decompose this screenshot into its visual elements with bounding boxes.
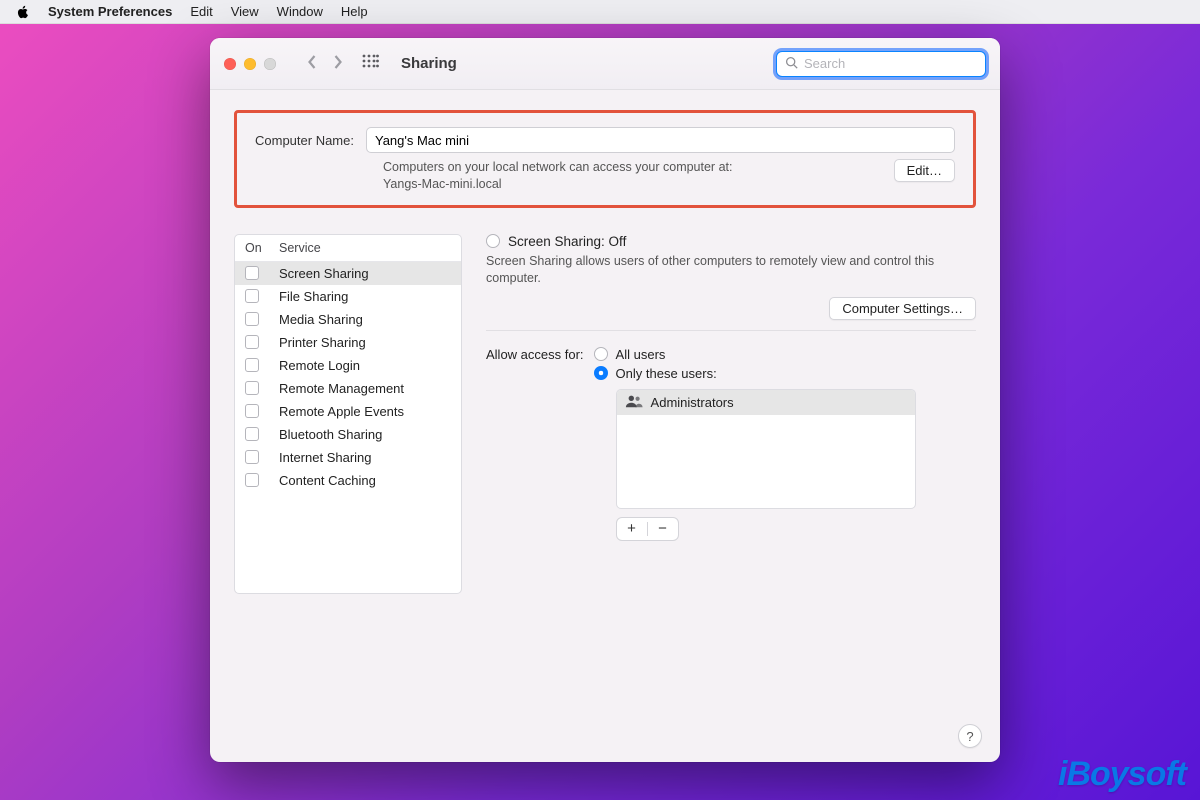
menubar-app-name[interactable]: System Preferences xyxy=(48,4,172,19)
service-status-icon xyxy=(486,234,500,248)
window-titlebar: Sharing xyxy=(210,38,1000,90)
menu-window[interactable]: Window xyxy=(277,4,323,19)
service-row[interactable]: Media Sharing xyxy=(235,308,461,331)
service-checkbox[interactable] xyxy=(245,266,279,280)
service-label: Remote Management xyxy=(279,381,404,396)
access-option-all-users[interactable]: All users xyxy=(594,345,976,364)
radio-icon xyxy=(594,347,608,361)
service-row[interactable]: Content Caching xyxy=(235,469,461,492)
apple-menu-icon[interactable] xyxy=(16,5,30,19)
service-label: Remote Apple Events xyxy=(279,404,404,419)
service-checkbox[interactable] xyxy=(245,427,279,441)
column-service: Service xyxy=(279,241,321,255)
watermark: iBoysoft xyxy=(1058,755,1186,794)
service-label: Remote Login xyxy=(279,358,360,373)
access-label: Allow access for: xyxy=(486,345,584,362)
menu-edit[interactable]: Edit xyxy=(190,4,212,19)
window-content: Computer Name: Computers on your local n… xyxy=(210,90,1000,762)
service-label: File Sharing xyxy=(279,289,348,304)
user-row[interactable]: Administrators xyxy=(617,390,915,415)
zoom-button[interactable] xyxy=(264,58,276,70)
service-checkbox[interactable] xyxy=(245,450,279,464)
access-option-only-these[interactable]: Only these users: xyxy=(594,364,976,383)
local-hostname: Yangs-Mac-mini.local xyxy=(383,176,882,193)
services-table: On Service Screen Sharing File Sharing Med… xyxy=(234,234,462,594)
search-icon xyxy=(785,56,798,72)
help-button[interactable]: ? xyxy=(958,724,982,748)
nav-forward-icon[interactable] xyxy=(331,54,344,73)
remove-user-button[interactable]: − xyxy=(648,518,678,540)
menu-view[interactable]: View xyxy=(231,4,259,19)
computer-name-subtext: Computers on your local network can acce… xyxy=(383,159,882,193)
add-user-button[interactable]: + xyxy=(617,518,647,540)
service-row[interactable]: Remote Apple Events xyxy=(235,400,461,423)
users-add-remove: + − xyxy=(616,517,679,541)
service-checkbox[interactable] xyxy=(245,473,279,487)
service-status-heading: Screen Sharing: Off xyxy=(508,234,626,249)
edit-hostname-button[interactable]: Edit… xyxy=(894,159,955,182)
service-label: Printer Sharing xyxy=(279,335,366,350)
service-row[interactable]: Printer Sharing xyxy=(235,331,461,354)
user-name: Administrators xyxy=(651,395,734,410)
service-checkbox[interactable] xyxy=(245,358,279,372)
service-label: Bluetooth Sharing xyxy=(279,427,382,442)
service-label: Media Sharing xyxy=(279,312,363,327)
service-checkbox[interactable] xyxy=(245,289,279,303)
option-label: Only these users: xyxy=(616,366,717,381)
service-checkbox[interactable] xyxy=(245,404,279,418)
service-description: Screen Sharing allows users of other com… xyxy=(486,253,976,287)
close-button[interactable] xyxy=(224,58,236,70)
option-label: All users xyxy=(616,347,666,362)
service-checkbox[interactable] xyxy=(245,381,279,395)
computer-settings-button[interactable]: Computer Settings… xyxy=(829,297,976,320)
service-row[interactable]: Bluetooth Sharing xyxy=(235,423,461,446)
service-row[interactable]: File Sharing xyxy=(235,285,461,308)
service-detail-pane: Screen Sharing: Off Screen Sharing allow… xyxy=(486,234,976,594)
service-label: Screen Sharing xyxy=(279,266,369,281)
search-input[interactable] xyxy=(804,56,980,71)
column-on: On xyxy=(245,241,279,255)
minimize-button[interactable] xyxy=(244,58,256,70)
window-title: Sharing xyxy=(401,55,457,72)
allowed-users-list[interactable]: Administrators xyxy=(616,389,916,509)
separator xyxy=(486,330,976,331)
service-label: Internet Sharing xyxy=(279,450,372,465)
service-row[interactable]: Internet Sharing xyxy=(235,446,461,469)
system-menubar: System Preferences Edit View Window Help xyxy=(0,0,1200,24)
services-header: On Service xyxy=(235,235,461,262)
computer-name-section: Computer Name: Computers on your local n… xyxy=(234,110,976,208)
radio-icon xyxy=(594,366,608,380)
menu-help[interactable]: Help xyxy=(341,4,368,19)
users-group-icon xyxy=(625,394,643,411)
service-checkbox[interactable] xyxy=(245,335,279,349)
sharing-preferences-window: Sharing Computer Name: Computers on your… xyxy=(210,38,1000,762)
window-traffic-lights xyxy=(224,58,276,70)
service-row[interactable]: Remote Management xyxy=(235,377,461,400)
service-row[interactable]: Remote Login xyxy=(235,354,461,377)
computer-name-label: Computer Name: xyxy=(255,133,354,148)
nav-buttons xyxy=(306,54,344,73)
nav-back-icon[interactable] xyxy=(306,54,319,73)
computer-name-input[interactable] xyxy=(366,127,955,153)
service-checkbox[interactable] xyxy=(245,312,279,326)
show-all-icon[interactable] xyxy=(362,54,379,74)
service-label: Content Caching xyxy=(279,473,376,488)
search-field[interactable] xyxy=(776,51,986,77)
service-row[interactable]: Screen Sharing xyxy=(235,262,461,285)
